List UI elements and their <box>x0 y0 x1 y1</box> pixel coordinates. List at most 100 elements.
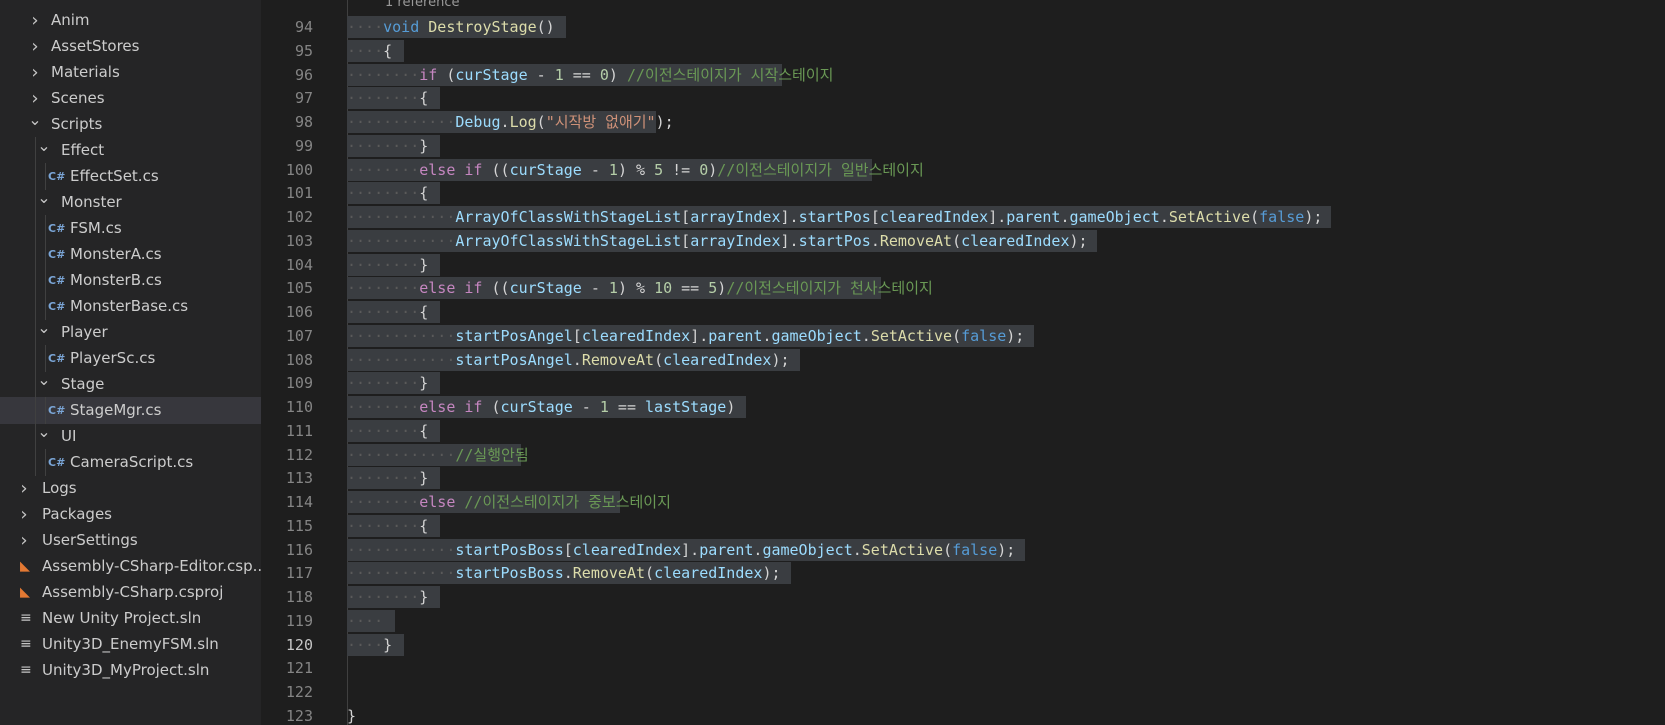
code-line[interactable]: 99 ········} <box>261 134 1665 158</box>
tree-folder-player[interactable]: ⌄ Player <box>0 319 261 346</box>
tree-folder-packages[interactable]: › Packages <box>0 501 261 528</box>
code-text: ········} <box>347 136 429 155</box>
tree-folder-scenes[interactable]: › Scenes <box>0 85 261 112</box>
tree-folder-monster[interactable]: ⌄ Monster <box>0 189 261 216</box>
code-line[interactable]: 106 ········{ <box>261 300 1665 324</box>
code-line[interactable]: 121 <box>261 656 1665 680</box>
code-text: ············startPosBoss.RemoveAt(cleare… <box>347 564 781 583</box>
code-line[interactable]: 108 ············startPosAngel.RemoveAt(cl… <box>261 348 1665 372</box>
code-line[interactable]: 109 ········} <box>261 371 1665 395</box>
code-line[interactable]: 105 ········else if ((curStage - 1) % 10 … <box>261 276 1665 300</box>
tree-folder-logs[interactable]: › Logs <box>0 475 261 502</box>
tree-indent-guide <box>35 293 36 320</box>
tree-file-effectset-cs[interactable]: C# EffectSet.cs <box>0 163 261 190</box>
solution-file-icon: ≡ <box>20 610 32 626</box>
tree-indent-guide <box>35 397 36 424</box>
tree-folder-scripts[interactable]: ⌄ Scripts <box>0 111 261 138</box>
tree-folder-stage[interactable]: ⌄ Stage <box>0 371 261 398</box>
tree-file-playersc-cs[interactable]: C# PlayerSc.cs <box>0 345 261 372</box>
code-text: ········} <box>347 469 429 488</box>
code-text: ············//실행안됨 <box>347 445 529 464</box>
code-line[interactable]: 103 ············ArrayOfClassWithStageList… <box>261 229 1665 253</box>
code-text: ············Debug.Log("시작방 없애기"); <box>347 113 674 131</box>
tree-folder-effect[interactable]: ⌄ Effect <box>0 137 261 164</box>
tree-file-monstera-cs[interactable]: C# MonsterA.cs <box>0 241 261 268</box>
chevron-right-icon[interactable]: › <box>27 7 43 34</box>
tree-file-monsterbase-cs[interactable]: C# MonsterBase.cs <box>0 293 261 320</box>
tree-indent-guide <box>35 345 36 372</box>
code-line[interactable]: 101 ········{ <box>261 181 1665 205</box>
code-line[interactable]: 96 ········if (curStage - 1 == 0) //이전스테이… <box>261 63 1665 87</box>
code-line[interactable]: 95 ····{ <box>261 39 1665 63</box>
code-line[interactable]: 110 ········else if (curStage - 1 == last… <box>261 395 1665 419</box>
tree-file-stagemgr-cs[interactable]: C# StageMgr.cs <box>0 397 261 424</box>
tree-indent-guide <box>45 397 46 424</box>
code-editor[interactable]: 1 reference 94 ····void DestroyStage() 95 ·… <box>261 0 1665 725</box>
chevron-right-icon[interactable]: › <box>27 85 43 112</box>
chevron-right-icon[interactable]: › <box>16 475 32 502</box>
tree-file-assembly-csharp-editor-csp[interactable]: ◣ Assembly-CSharp-Editor.csp... <box>0 553 261 580</box>
code-line[interactable]: 120 ····} <box>261 633 1665 657</box>
tree-file-new-unity-project-sln[interactable]: ≡ New Unity Project.sln <box>0 605 261 632</box>
tree-folder-assetstores[interactable]: › AssetStores <box>0 33 261 60</box>
code-line[interactable]: 107 ············startPosAngel[clearedInde… <box>261 324 1665 348</box>
tree-file-unity3d-enemyfsm-sln[interactable]: ≡ Unity3D_EnemyFSM.sln <box>0 631 261 658</box>
chevron-down-icon[interactable]: ⌄ <box>36 371 52 393</box>
code-line[interactable]: 114 ········else //이전스테이지가 중보스테이지 <box>261 490 1665 514</box>
code-line[interactable]: 100 ········else if ((curStage - 1) % 5 !… <box>261 158 1665 182</box>
code-line[interactable]: 104 ········} <box>261 253 1665 277</box>
tree-folder-usersettings[interactable]: › UserSettings <box>0 527 261 554</box>
code-line[interactable]: 102 ············ArrayOfClassWithStageList… <box>261 205 1665 229</box>
tree-folder-ui[interactable]: ⌄ UI <box>0 423 261 450</box>
tree-item-label: Effect <box>61 141 105 159</box>
tree-file-camerascript-cs[interactable]: C# CameraScript.cs <box>0 449 261 476</box>
line-number: 120 <box>285 635 313 654</box>
line-number: 96 <box>294 65 313 84</box>
tree-item-label: Unity3D_MyProject.sln <box>42 661 210 679</box>
line-number: 107 <box>285 326 313 345</box>
code-line[interactable]: 94 ····void DestroyStage() <box>261 15 1665 39</box>
tree-folder-anim[interactable]: › Anim <box>0 7 261 34</box>
code-line[interactable]: 97 ········{ <box>261 86 1665 110</box>
code-line[interactable]: 116 ············startPosBoss[clearedIndex… <box>261 538 1665 562</box>
code-line[interactable]: 119 ···· <box>261 609 1665 633</box>
explorer-sidebar: › Anim › AssetStores › Materials › Scenes ⌄ Scrip… <box>0 0 261 725</box>
code-line[interactable]: 122 <box>261 680 1665 704</box>
tree-file-assembly-csharp-csproj[interactable]: ◣ Assembly-CSharp.csproj <box>0 579 261 606</box>
chevron-right-icon[interactable]: › <box>16 527 32 554</box>
line-number: 103 <box>285 231 313 250</box>
codelens-references[interactable]: 1 reference <box>385 0 459 10</box>
chevron-right-icon[interactable]: › <box>27 33 43 60</box>
chevron-down-icon[interactable]: ⌄ <box>36 319 52 341</box>
code-line[interactable]: 118 ········} <box>261 585 1665 609</box>
tree-indent-guide <box>35 215 36 242</box>
code-line[interactable]: 111 ········{ <box>261 419 1665 443</box>
code-line[interactable]: 113 ········} <box>261 466 1665 490</box>
code-line[interactable]: 98 ············Debug.Log("시작방 없애기"); <box>261 110 1665 134</box>
code-line[interactable]: 123} <box>261 704 1665 725</box>
csharp-file-icon: C# <box>48 274 66 287</box>
chevron-down-icon[interactable]: ⌄ <box>36 189 52 211</box>
chevron-down-icon[interactable]: ⌄ <box>36 423 52 445</box>
code-text: ····{ <box>347 41 393 60</box>
tree-indent-guide <box>45 163 46 190</box>
chevron-down-icon[interactable]: ⌄ <box>36 137 52 159</box>
code-line[interactable]: 112 ············//실행안됨 <box>261 443 1665 467</box>
tree-item-label: MonsterB.cs <box>70 271 162 289</box>
code-line[interactable]: 115 ········{ <box>261 514 1665 538</box>
tree-item-label: Assembly-CSharp-Editor.csp... <box>42 557 261 575</box>
chevron-right-icon[interactable]: › <box>27 59 43 86</box>
chevron-down-icon[interactable]: ⌄ <box>27 111 43 133</box>
tree-indent-guide <box>35 163 36 190</box>
chevron-right-icon[interactable]: › <box>16 501 32 528</box>
tree-file-fsm-cs[interactable]: C# FSM.cs <box>0 215 261 242</box>
tree-folder-materials[interactable]: › Materials <box>0 59 261 86</box>
tree-item-label: Monster <box>61 193 122 211</box>
tree-file-unity3d-myproject-sln[interactable]: ≡ Unity3D_MyProject.sln <box>0 657 261 684</box>
line-number: 116 <box>285 540 313 559</box>
code-line[interactable]: 117 ············startPosBoss.RemoveAt(cle… <box>261 561 1665 585</box>
line-number: 111 <box>285 421 313 440</box>
tree-file-monsterb-cs[interactable]: C# MonsterB.cs <box>0 267 261 294</box>
code-text: ········else //이전스테이지가 중보스테이지 <box>347 493 671 511</box>
tree-item-label: New Unity Project.sln <box>42 609 202 627</box>
